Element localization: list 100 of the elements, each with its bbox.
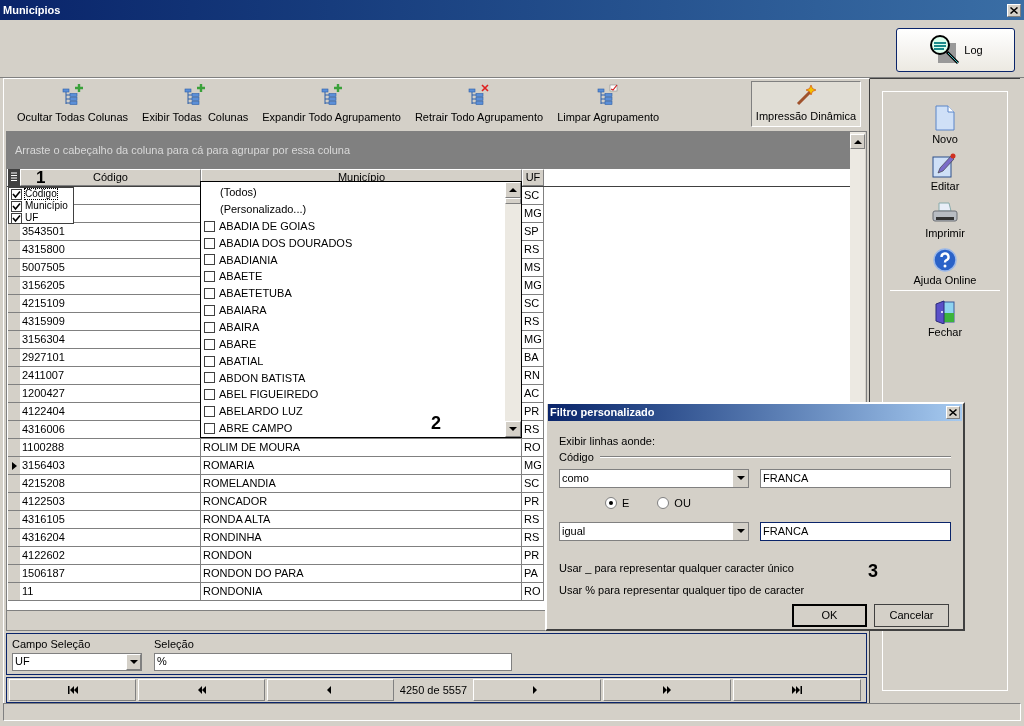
operator-select[interactable]: como [559,468,749,488]
toolbar-button[interactable]: Exibir Todas Colunas [135,81,256,127]
value-input[interactable]: FRANCA [760,468,951,488]
municipality-cell-text: RONCADOR [203,494,268,510]
filter-item[interactable]: ABAIARA [219,302,267,319]
checkbox[interactable] [204,355,215,367]
filter-option[interactable]: (Todos) [201,184,505,201]
checkbox[interactable] [204,321,215,333]
selection-input[interactable]: % [154,652,512,671]
municipality-cell-text: RONDONIA [203,584,263,600]
toolbar-button[interactable]: Ocultar Todas Colunas [10,81,136,127]
code-cell-text: 4122602 [22,548,65,564]
rewind-icon [196,686,207,694]
state-cell-text: MG [524,206,542,222]
filter-item[interactable]: ABELARDO LUZ [219,403,303,420]
side-menu-button[interactable]: Ajuda Online [913,243,977,290]
state-cell-text: SC [524,188,540,204]
checkbox[interactable] [11,188,22,200]
hint-text: Usar % para representar qualquer tipo de caracter [559,582,805,598]
radio-button[interactable] [657,497,670,509]
dynamic-print-button[interactable]: Impressão Dinâmica [751,81,861,127]
toolbar-button[interactable]: Expandir Todo Agrupamento [255,81,408,127]
field-select[interactable]: UF [12,652,142,671]
column-chooser-button[interactable] [8,169,20,186]
code-cell-text: 3543501 [22,224,65,240]
filter-item[interactable]: ABAETETUBA [219,285,292,302]
operator-select[interactable]: igual [559,521,749,541]
state-cell-text: RS [524,422,540,438]
filter-option[interactable]: (Personalizado...) [201,200,505,218]
filter-item[interactable]: ABEL FIGUEIREDO [219,386,319,403]
checkbox[interactable] [11,212,22,224]
cancel-button[interactable]: Cancelar [874,604,949,627]
close-icon [1010,6,1018,14]
column-option[interactable]: Código [24,188,58,200]
checkbox[interactable] [204,304,215,316]
nav-button[interactable] [138,679,265,701]
hint-text: Usar _ para representar qualquer caracter único [559,561,794,576]
checkbox[interactable] [204,288,215,300]
code-cell-text: 1100288 [22,440,64,456]
code-cell-text: 5007505 [22,260,65,276]
filter-item[interactable]: ABATIAL [219,352,264,370]
checkbox[interactable] [204,338,215,350]
code-cell-text: 2411007 [22,368,64,384]
column-header[interactable]: UF [522,169,544,186]
filter-item[interactable]: ABRE CAMPO [219,420,293,437]
scroll-down-button[interactable] [505,421,521,437]
side-menu-button[interactable]: Editar [930,149,960,196]
checkbox[interactable] [204,237,215,249]
checkbox[interactable] [11,200,22,212]
filter-item[interactable]: ABARE [219,335,257,353]
printer-icon [932,200,958,225]
scroll-up-button[interactable] [505,182,521,198]
checkbox[interactable] [204,389,215,401]
field-label: Campo Seleção [12,637,92,652]
code-cell-text: 2927101 [22,350,65,366]
state-cell-text: MG [524,278,542,294]
state-cell-text: MS [524,260,541,276]
nav-button[interactable] [733,679,861,701]
checkbox[interactable] [204,220,215,232]
dialog-close-button[interactable] [946,406,960,419]
filter-item[interactable]: ABADIA DOS DOURADOS [219,234,353,252]
checkbox[interactable] [204,406,215,418]
value-input[interactable]: FRANCA [760,521,951,541]
municipality-cell-text: RONDON DO PARA [203,566,304,582]
filter-item[interactable]: ABADIA DE GOIAS [219,217,315,235]
log-button[interactable]: Log [896,28,1015,72]
toolbar-button[interactable]: Retrair Todo Agrupamento [407,81,551,127]
row-indicator[interactable] [8,457,20,475]
dropdown-scrollbar[interactable] [505,182,521,437]
ok-button[interactable]: OK [792,604,867,627]
filter-item[interactable]: ABAIRA [219,319,260,336]
nav-button[interactable] [473,679,601,701]
nav-button[interactable] [9,679,136,701]
scroll-thumb[interactable] [505,198,521,204]
edit-icon [932,151,958,178]
state-cell-text: RS [524,242,540,258]
checkbox[interactable] [204,271,215,283]
column-option[interactable]: UF [24,212,40,224]
filter-item[interactable]: ABAETE [219,268,263,285]
side-menu-button[interactable]: Fechar [927,295,963,342]
dropdown-arrow-icon [128,657,139,666]
filter-item[interactable]: ABADIANIA [219,251,278,269]
checkbox[interactable] [204,372,215,384]
scroll-up-button[interactable] [850,134,865,149]
nav-button[interactable] [603,679,731,701]
checkbox[interactable] [204,254,215,266]
toolbar-button[interactable]: Limpar Agrupamento [550,81,667,127]
annotation-number: 1 [36,169,46,187]
nav-button[interactable] [267,679,394,701]
close-button[interactable] [1007,3,1021,17]
filter-item[interactable]: ABDON BATISTA [219,369,306,387]
state-cell-text: RN [524,368,540,384]
municipality-cell-text: ROLIM DE MOURA [203,440,301,456]
checkbox[interactable] [204,422,215,434]
code-cell-text: 3156304 [22,332,65,348]
state-cell-text: RS [524,530,540,546]
side-menu-button[interactable]: Imprimir [925,196,965,243]
radio-button[interactable] [605,497,617,509]
column-option[interactable]: Município [24,200,69,212]
side-menu-button[interactable]: Novo [932,102,958,149]
